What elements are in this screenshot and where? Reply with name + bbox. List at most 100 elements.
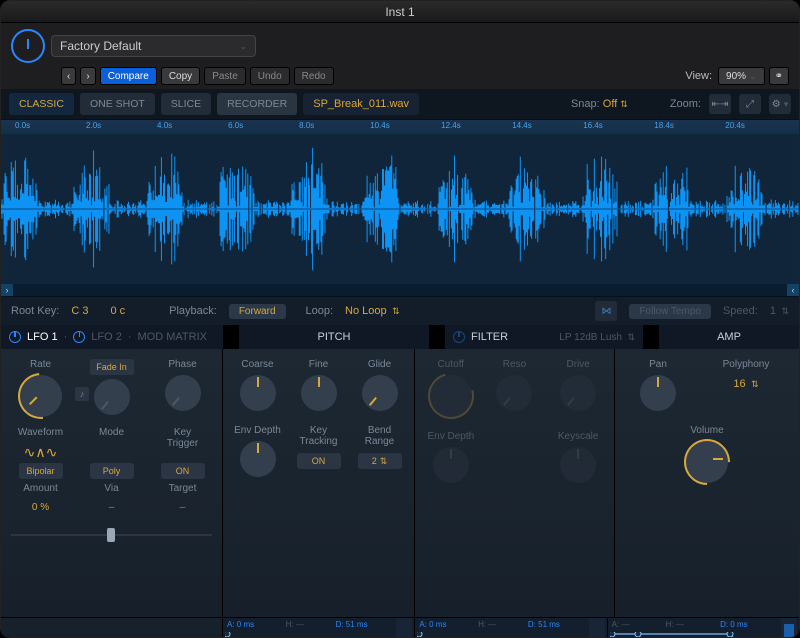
amount-value[interactable]: 0 %: [32, 502, 49, 514]
mode-bar: CLASSIC ONE SHOT SLICE RECORDER SP_Break…: [1, 89, 799, 119]
sample-filename[interactable]: SP_Break_011.wav: [303, 93, 419, 115]
fine-label: Fine: [309, 359, 328, 371]
lfo-spacer: [1, 618, 223, 638]
reso-knob[interactable]: [496, 375, 532, 411]
velocity-slider[interactable]: [781, 618, 797, 638]
next-preset-button[interactable]: ›: [80, 67, 95, 85]
key-tracking-label: Key Tracking: [300, 425, 338, 447]
amount-slider-thumb[interactable]: [107, 528, 115, 542]
filter-env-depth-label: Env Depth: [427, 431, 474, 443]
preset-selector[interactable]: Factory Default ⌄: [51, 35, 256, 57]
section-amp-label: AMP: [717, 331, 741, 343]
volume-label: Volume: [690, 425, 723, 437]
section-filter-label: FILTER: [471, 331, 508, 343]
pitch-env-depth-knob[interactable]: [240, 441, 276, 477]
via-value[interactable]: –: [109, 502, 115, 514]
copy-button[interactable]: Copy: [161, 67, 200, 85]
tab-lfo1[interactable]: LFO 1: [27, 331, 58, 343]
pan-label: Pan: [649, 359, 667, 371]
lfo1-power-icon[interactable]: [9, 331, 21, 343]
tab-classic[interactable]: CLASSIC: [9, 93, 74, 115]
undo-button[interactable]: Undo: [250, 67, 290, 85]
lfo-mode-button[interactable]: Poly: [90, 463, 134, 479]
speed-label: Speed:: [723, 305, 758, 317]
loop-label: Loop:: [306, 305, 334, 317]
fine-knob[interactable]: [301, 375, 337, 411]
tab-mod-matrix[interactable]: MOD MATRIX: [138, 331, 207, 343]
cents-value[interactable]: 0 c: [110, 305, 125, 317]
playback-row: Root Key: C 3 0 c Playback: Forward Loop…: [1, 297, 799, 325]
panels: Rate Fade In Phase ♪ Waveform ∿∧∿ B: [1, 349, 799, 617]
view-label: View:: [685, 70, 712, 82]
waveform-display[interactable]: 0.0s2.0s4.0s6.0s8.0s10.4s12.4s14.4s16.4s…: [1, 119, 799, 297]
polyphony-value[interactable]: 16 ⇅: [733, 378, 758, 390]
rate-sync-icon[interactable]: ♪: [75, 387, 89, 401]
tab-lfo2[interactable]: LFO 2: [91, 331, 122, 343]
drive-knob[interactable]: [560, 375, 596, 411]
tab-slice[interactable]: SLICE: [161, 93, 211, 115]
coarse-label: Coarse: [241, 359, 273, 371]
link-icon[interactable]: ⚭: [769, 67, 789, 85]
prev-preset-button[interactable]: ‹: [61, 67, 76, 85]
amp-envelope[interactable]: A: —H: —D: 0 msVel S: 100.0 %ADSR ⇅R: 13…: [608, 618, 799, 638]
zoom-label: Zoom:: [670, 98, 701, 110]
bend-range-value[interactable]: 2 ⇅: [358, 453, 402, 469]
gear-icon[interactable]: ⚙▾: [769, 94, 791, 114]
coarse-knob[interactable]: [240, 375, 276, 411]
snap-control[interactable]: Snap: Off⇅: [571, 98, 628, 110]
cutoff-knob[interactable]: [430, 375, 472, 417]
speed-value[interactable]: 1 ⇅: [770, 305, 789, 317]
via-label: Via: [104, 483, 118, 495]
tab-one-shot[interactable]: ONE SHOT: [80, 93, 155, 115]
zoom-tool-icon[interactable]: ⤢: [739, 94, 761, 114]
drive-label: Drive: [566, 359, 589, 371]
phase-knob[interactable]: [165, 375, 201, 411]
paste-button[interactable]: Paste: [204, 67, 246, 85]
lfo2-power-icon[interactable]: [73, 331, 85, 343]
target-value[interactable]: –: [180, 502, 186, 514]
power-button[interactable]: [11, 29, 45, 63]
key-tracking-button[interactable]: ON: [297, 453, 341, 469]
glide-knob[interactable]: [362, 375, 398, 411]
flex-icon[interactable]: ⋈: [595, 301, 617, 321]
bend-range-label: Bend Range: [365, 425, 394, 447]
window-titlebar: Inst 1: [1, 1, 799, 23]
follow-tempo-button[interactable]: Follow Tempo: [629, 304, 711, 319]
pitch-envelope[interactable]: A: 0 msH: —D: 51 msVel S: —AD ⇅R: —%: [223, 618, 415, 638]
scroll-left-button[interactable]: ›: [1, 284, 13, 296]
filter-type-select[interactable]: LP 12dB Lush ⇅: [559, 332, 635, 343]
volume-knob[interactable]: [686, 441, 728, 483]
bipolar-button[interactable]: Bipolar: [19, 463, 63, 479]
keyscale-label: Keyscale: [558, 431, 599, 443]
compare-button[interactable]: Compare: [100, 67, 157, 85]
pan-knob[interactable]: [640, 375, 676, 411]
env-depth-label: Env Depth: [234, 425, 281, 437]
root-key-value[interactable]: C 3: [71, 305, 88, 317]
section-pitch-label: PITCH: [318, 331, 351, 343]
filter-power-icon[interactable]: [453, 331, 465, 343]
redo-button[interactable]: Redo: [294, 67, 334, 85]
view-zoom-select[interactable]: 90%⌄: [718, 67, 765, 85]
waveform-icon[interactable]: ∿∧∿: [24, 443, 58, 461]
keyscale-knob[interactable]: [560, 447, 596, 483]
playback-label: Playback:: [169, 305, 217, 317]
key-trigger-button[interactable]: ON: [161, 463, 205, 479]
fade-in-button[interactable]: Fade In: [90, 359, 134, 375]
glide-label: Glide: [368, 359, 391, 371]
cutoff-label: Cutoff: [438, 359, 465, 371]
loop-mode[interactable]: No Loop ⇅: [345, 305, 400, 317]
playback-direction[interactable]: Forward: [229, 304, 286, 319]
velocity-slider[interactable]: [396, 618, 412, 638]
scroll-right-button[interactable]: ‹: [787, 284, 799, 296]
target-label: Target: [169, 483, 197, 495]
time-ruler: 0.0s2.0s4.0s6.0s8.0s10.4s12.4s14.4s16.4s…: [1, 120, 799, 134]
zoom-fit-icon[interactable]: ⇤⇥: [709, 94, 731, 114]
waveform-label: Waveform: [18, 427, 63, 439]
velocity-slider[interactable]: [589, 618, 605, 638]
tab-recorder[interactable]: RECORDER: [217, 93, 297, 115]
fade-knob[interactable]: [94, 379, 130, 415]
horizontal-scrollbar[interactable]: › ‹: [1, 284, 799, 296]
filter-env-depth-knob[interactable]: [433, 447, 469, 483]
rate-knob[interactable]: [20, 375, 62, 417]
filter-envelope[interactable]: A: 0 msH: —D: 51 msVel S: 0.00 %ADSR ⇅R:…: [415, 618, 607, 638]
